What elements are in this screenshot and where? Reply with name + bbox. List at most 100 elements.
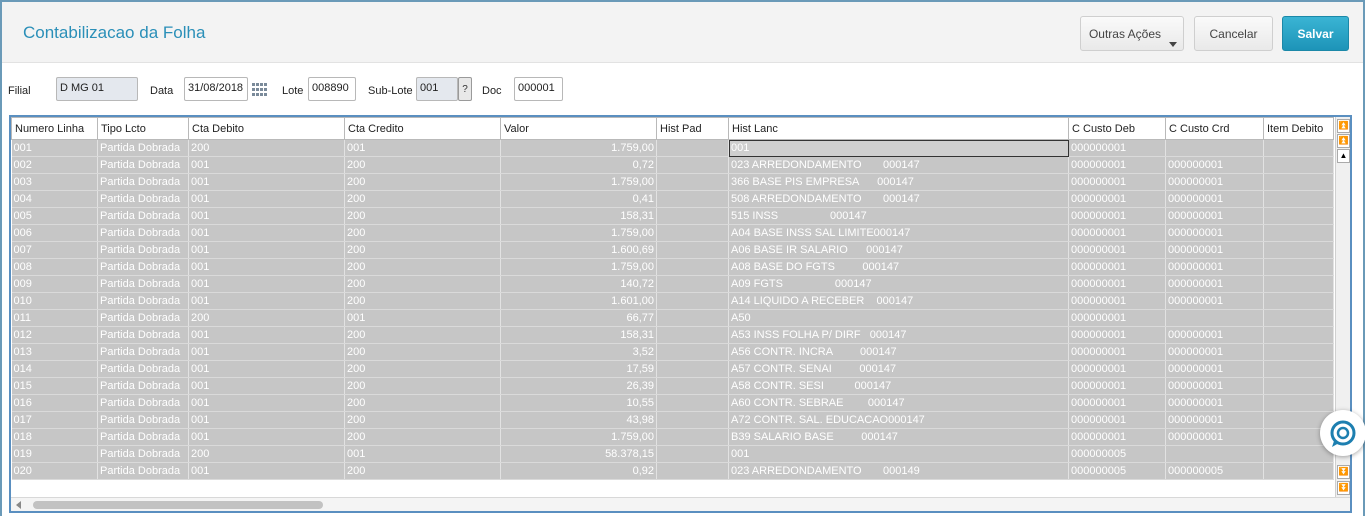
table-cell[interactable] [656, 377, 729, 395]
table-cell[interactable] [656, 224, 729, 242]
table-cell[interactable]: 004 [11, 190, 98, 208]
table-cell[interactable]: Partida Dobrada [97, 360, 189, 378]
column-header[interactable]: Hist Lanc [728, 117, 1069, 140]
table-cell[interactable]: 001 [344, 139, 501, 157]
table-cell[interactable]: 000000001 [1068, 224, 1166, 242]
table-cell[interactable]: 000000001 [1068, 173, 1166, 191]
table-cell[interactable]: 200 [188, 445, 345, 463]
column-header[interactable]: C Custo Deb [1068, 117, 1166, 140]
table-cell[interactable]: 001 [344, 445, 501, 463]
table-cell[interactable]: 0,41 [500, 190, 657, 208]
table-cell[interactable] [1263, 292, 1334, 310]
column-header[interactable]: C Custo Crd [1165, 117, 1264, 140]
table-cell[interactable]: 200 [344, 343, 501, 361]
table-cell[interactable]: Partida Dobrada [97, 207, 189, 225]
scroll-page-down-icon[interactable]: ⏬ [1337, 465, 1350, 479]
table-cell[interactable]: 005 [11, 207, 98, 225]
table-cell[interactable]: 017 [11, 411, 98, 429]
table-cell[interactable]: 000000001 [1165, 241, 1264, 259]
table-cell[interactable]: 001 [188, 343, 345, 361]
table-cell[interactable]: 200 [188, 139, 345, 157]
table-cell[interactable]: 000000001 [1165, 326, 1264, 344]
table-cell[interactable]: 200 [344, 360, 501, 378]
table-cell[interactable] [656, 258, 729, 276]
table-cell[interactable]: Partida Dobrada [97, 139, 189, 157]
table-cell[interactable]: 000000001 [1068, 377, 1166, 395]
table-cell[interactable]: 001 [188, 360, 345, 378]
table-cell[interactable]: 001 [188, 377, 345, 395]
table-cell[interactable] [1165, 309, 1264, 327]
table-cell[interactable]: 140,72 [500, 275, 657, 293]
table-cell[interactable]: 012 [11, 326, 98, 344]
table-cell[interactable]: 000000001 [1068, 139, 1166, 157]
table-cell[interactable]: 0,72 [500, 156, 657, 174]
table-row[interactable]: 014 Partida Dobrada 001 200 17,59 A57 CONTR. … [11, 360, 1334, 378]
table-cell[interactable]: Partida Dobrada [97, 309, 189, 327]
table-cell[interactable] [656, 292, 729, 310]
table-row[interactable]: 017 Partida Dobrada 001 200 43,98 A72 CONTR. … [11, 411, 1334, 429]
table-cell[interactable]: A58 CONTR. SESI 000147 [728, 377, 1069, 395]
table-cell[interactable]: 10,55 [500, 394, 657, 412]
table-row[interactable]: 012 Partida Dobrada 001 200 158,31 A53 INSS F… [11, 326, 1334, 344]
sublote-lookup-button[interactable]: ? [458, 77, 472, 101]
table-cell[interactable]: 015 [11, 377, 98, 395]
table-cell[interactable]: 001 [188, 326, 345, 344]
sublote-field[interactable]: 001 [416, 77, 458, 101]
table-cell[interactable]: 200 [344, 292, 501, 310]
scroll-top-icon[interactable]: ⏫ [1337, 119, 1350, 133]
table-cell[interactable]: 014 [11, 360, 98, 378]
table-cell[interactable]: 001 [188, 156, 345, 174]
table-cell[interactable] [656, 309, 729, 327]
table-cell[interactable]: 1.601,00 [500, 292, 657, 310]
save-button[interactable]: Salvar [1282, 16, 1349, 51]
table-cell[interactable] [656, 343, 729, 361]
table-cell[interactable]: Partida Dobrada [97, 377, 189, 395]
table-cell[interactable]: 200 [344, 394, 501, 412]
table-cell[interactable]: Partida Dobrada [97, 326, 189, 344]
lote-field[interactable]: 008890 [308, 77, 356, 101]
column-header[interactable]: Cta Debito [188, 117, 345, 140]
table-row[interactable]: 005 Partida Dobrada 001 200 158,31 515 INSS 0… [11, 207, 1334, 225]
data-field[interactable]: 31/08/2018 [184, 77, 248, 101]
table-cell[interactable]: 002 [11, 156, 98, 174]
table-cell[interactable]: 000000001 [1165, 207, 1264, 225]
column-header[interactable]: Numero Linha [11, 117, 98, 140]
table-cell[interactable]: A04 BASE INSS SAL LIMITE000147 [728, 224, 1069, 242]
table-cell[interactable]: Partida Dobrada [97, 428, 189, 446]
table-cell[interactable] [656, 207, 729, 225]
table-row[interactable]: 013 Partida Dobrada 001 200 3,52 A56 CONTR. I… [11, 343, 1334, 361]
filial-field[interactable]: D MG 01 [56, 77, 138, 101]
table-cell[interactable]: Partida Dobrada [97, 156, 189, 174]
table-cell[interactable] [656, 394, 729, 412]
table-cell[interactable]: 1.759,00 [500, 173, 657, 191]
table-row[interactable]: 016 Partida Dobrada 001 200 10,55 A60 CONTR. … [11, 394, 1334, 412]
table-cell[interactable]: 001 [188, 292, 345, 310]
table-cell[interactable] [1263, 258, 1334, 276]
table-cell[interactable]: Partida Dobrada [97, 462, 189, 480]
table-cell[interactable]: 000000001 [1165, 190, 1264, 208]
table-cell[interactable] [656, 275, 729, 293]
column-header[interactable]: Tipo Lcto [97, 117, 189, 140]
table-cell[interactable]: 200 [344, 326, 501, 344]
column-header[interactable]: Cta Credito [344, 117, 501, 140]
table-row[interactable]: 003 Partida Dobrada 001 200 1.759,00 366 BASE… [11, 173, 1334, 191]
table-cell[interactable]: 001 [188, 394, 345, 412]
table-cell[interactable]: 000000001 [1068, 309, 1166, 327]
table-cell[interactable]: 200 [344, 377, 501, 395]
table-cell[interactable]: 023 ARREDONDAMENTO 000149 [728, 462, 1069, 480]
table-cell[interactable]: Partida Dobrada [97, 343, 189, 361]
table-cell[interactable]: 000000001 [1165, 394, 1264, 412]
table-cell[interactable]: B39 SALARIO BASE 000147 [728, 428, 1069, 446]
other-actions-button[interactable]: Outras Ações [1080, 16, 1184, 51]
table-row[interactable]: 007 Partida Dobrada 001 200 1.600,69 A06 BASE… [11, 241, 1334, 259]
table-cell[interactable]: 000000001 [1068, 292, 1166, 310]
table-cell[interactable]: 000000001 [1165, 156, 1264, 174]
table-cell[interactable]: A08 BASE DO FGTS 000147 [728, 258, 1069, 276]
table-cell[interactable]: 000000001 [1165, 343, 1264, 361]
table-cell[interactable]: 000000001 [1165, 292, 1264, 310]
table-cell[interactable]: 006 [11, 224, 98, 242]
table-cell[interactable]: 000000005 [1068, 445, 1166, 463]
table-cell[interactable]: Partida Dobrada [97, 224, 189, 242]
table-cell[interactable] [656, 173, 729, 191]
table-cell[interactable]: 1.759,00 [500, 224, 657, 242]
